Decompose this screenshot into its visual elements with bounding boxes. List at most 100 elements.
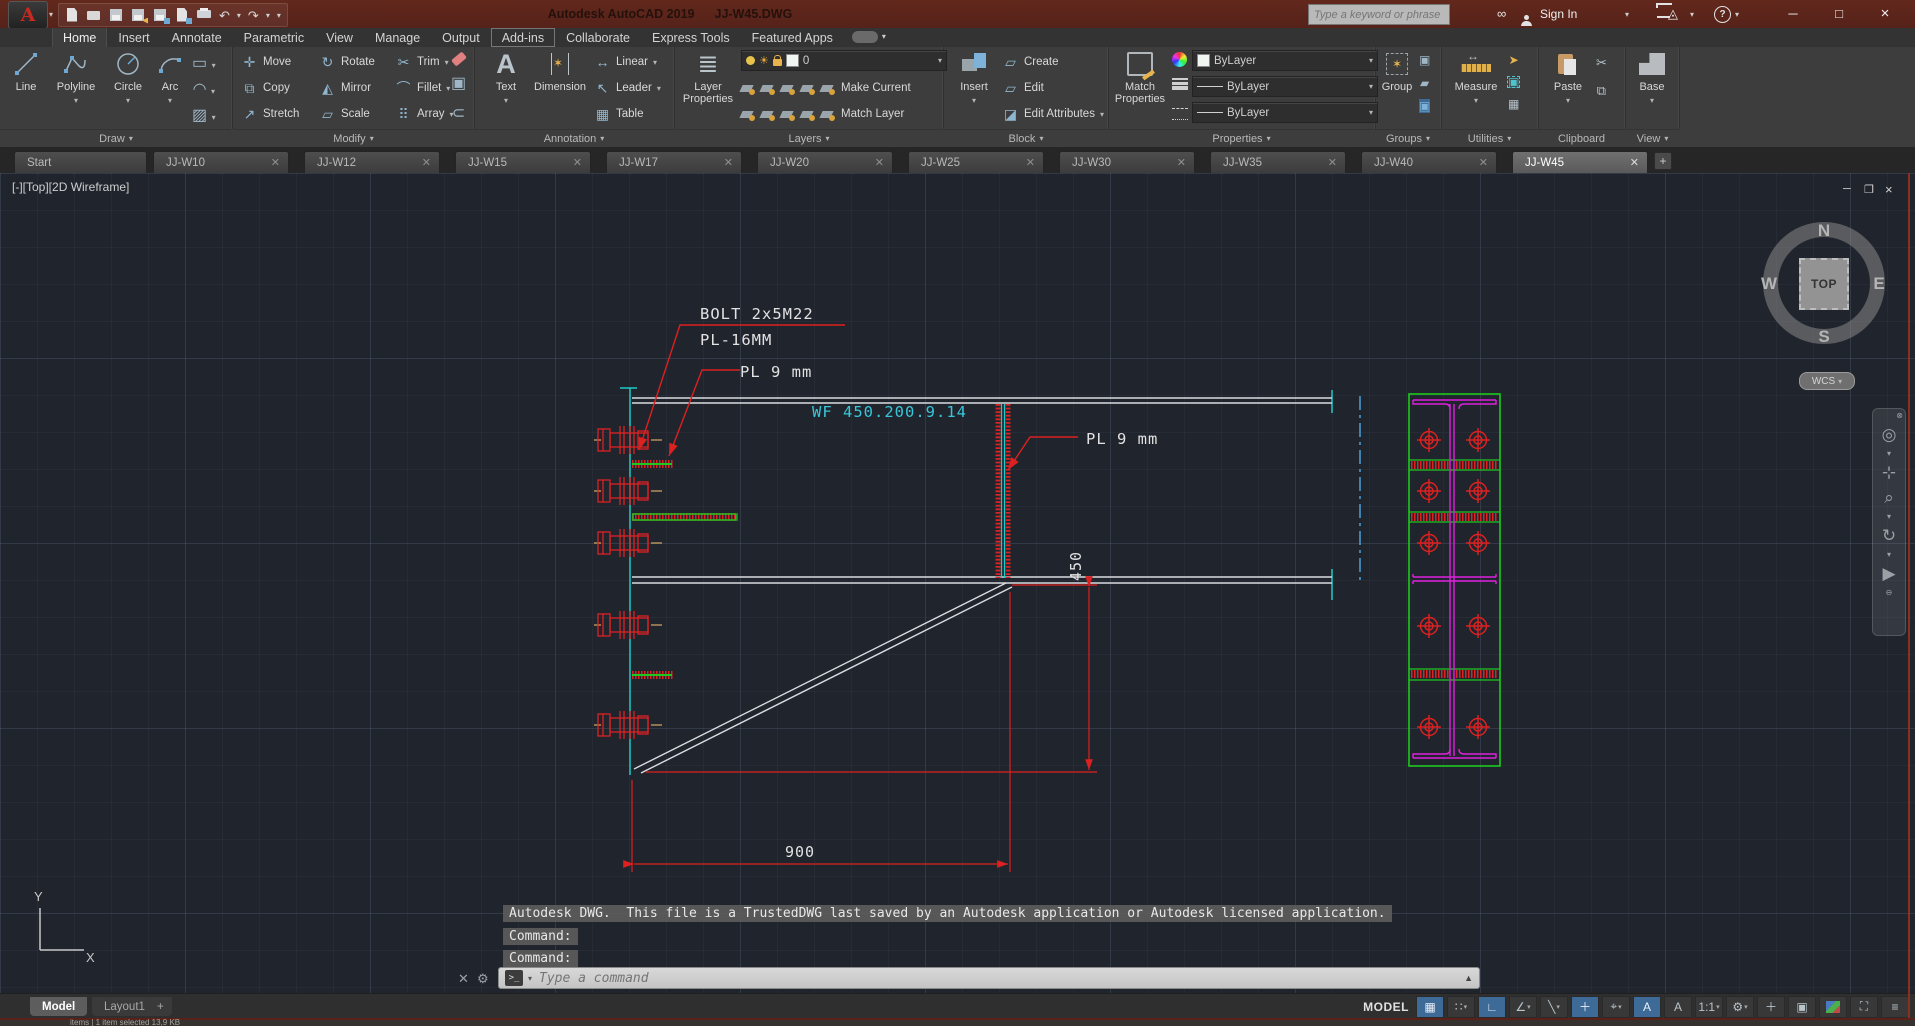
panel-label-properties[interactable]: Properties▾ [1108,129,1375,147]
join-icon[interactable]: ⊂ [452,103,465,123]
fillet-button[interactable]: ⌒Fillet▾ [395,77,450,99]
ribbon-tab-manage[interactable]: Manage [364,28,431,47]
create-block-button[interactable]: ▱Create [1002,51,1059,73]
viewcube-top-face[interactable]: TOP [1799,258,1849,310]
command-input[interactable] [537,970,1459,987]
mirror-button[interactable]: ◭Mirror [319,77,371,99]
panel-label-block[interactable]: Block▾ [944,129,1108,147]
ribbon-tab-annotate[interactable]: Annotate [161,28,233,47]
showmotion-icon[interactable]: ▶ [1882,565,1895,583]
layer-lock-icon[interactable] [801,83,814,94]
layer-off-icon[interactable] [741,109,754,120]
ribbon-tab-output[interactable]: Output [431,28,491,47]
text-caret-icon[interactable]: ▾ [504,95,508,107]
arc-button[interactable]: Arc ▾ [152,49,188,107]
annotation-visibility-icon[interactable]: A [1633,996,1661,1018]
close-tab-icon[interactable]: ✕ [271,156,280,169]
close-tab-icon[interactable]: ✕ [1630,156,1639,169]
insert-block-button[interactable]: Insert ▾ [952,49,996,107]
group-select-icon[interactable]: ▣ [1419,99,1430,113]
arc-caret-icon[interactable]: ▾ [168,95,172,107]
rectangle-icon[interactable]: ▭ ▾ [192,53,216,73]
model-space-label[interactable]: MODEL [1363,1000,1409,1014]
move-button[interactable]: ✛Move [241,51,291,73]
linetype-dropdown[interactable]: ByLayer ▾ [1192,102,1378,123]
panel-label-view[interactable]: View▾ [1626,129,1679,147]
orbit-icon[interactable]: ↻ [1882,527,1896,545]
annotation-autoscale-icon[interactable]: A [1664,996,1692,1018]
annotation-scale-button[interactable]: 1:1▾ [1695,996,1723,1018]
ellipse-icon[interactable]: ◠ ▾ [193,79,215,99]
wheel-caret-icon[interactable]: ▾ [1887,451,1891,457]
command-prompt-icon[interactable]: >_ [505,970,523,986]
layer-thaw-all-icon[interactable] [761,109,774,120]
ungroup-icon[interactable]: ▣ [1419,53,1430,67]
fillet-caret-icon[interactable]: ▾ [446,84,450,93]
navigation-wheel-icon[interactable]: ◎ [1882,426,1897,444]
file-tab-jj-w20[interactable]: JJ-W20✕ [757,151,893,173]
close-tab-icon[interactable]: ✕ [724,156,733,169]
paste-button[interactable]: Paste ▾ [1546,49,1590,107]
minimize-button[interactable]: ─ [1778,0,1808,28]
measure-caret-icon[interactable]: ▾ [1474,95,1478,107]
command-recent-caret-icon[interactable]: ▾ [528,974,532,983]
explode-icon[interactable]: ▣ [451,73,466,93]
base-caret-icon[interactable]: ▾ [1650,95,1654,107]
file-tab-jj-w10[interactable]: JJ-W10✕ [153,151,289,173]
close-tab-icon[interactable]: ✕ [1177,156,1186,169]
help-icon[interactable]: ? [1714,6,1731,23]
maximize-button[interactable]: □ [1824,0,1854,28]
sign-in-caret-icon[interactable]: ▾ [1625,10,1629,19]
text-button[interactable]: A Text ▾ [486,49,526,107]
copy-clip-icon[interactable]: ⧉ [1597,83,1606,99]
panel-label-groups[interactable]: Groups▾ [1375,129,1441,147]
hatch-icon[interactable]: ▨ ▾ [192,105,216,125]
paste-caret-icon[interactable]: ▾ [1566,95,1570,107]
navbar-minimize-icon[interactable]: ⊖ [1886,590,1893,596]
close-button[interactable]: × [1870,0,1900,28]
command-customize-icon[interactable]: ⚙ [477,971,489,987]
circle-button[interactable]: Circle ▾ [106,49,150,107]
ribbon-tab-insert[interactable]: Insert [107,28,160,47]
file-tab-jj-w25[interactable]: JJ-W25✕ [908,151,1044,173]
viewport-close-icon[interactable]: × [1885,182,1893,197]
edit-attributes-caret-icon[interactable]: ▾ [1100,110,1104,119]
file-tab-jj-w40[interactable]: JJ-W40✕ [1361,151,1497,173]
isometric-drafting-icon[interactable]: ╲▾ [1540,996,1568,1018]
panel-label-clipboard[interactable]: Clipboard [1538,129,1625,147]
ribbon-tab-view[interactable]: View [315,28,364,47]
object-snap-icon[interactable]: ⌖▾ [1602,996,1630,1018]
match-properties-button[interactable]: Match Properties [1112,49,1168,105]
panel-label-modify[interactable]: Modify▾ [233,129,474,147]
ortho-mode-icon[interactable]: ∟ [1478,996,1506,1018]
viewport-restore-icon[interactable]: ❐ [1864,183,1874,196]
ribbon-tab-collaborate[interactable]: Collaborate [555,28,641,47]
close-tab-icon[interactable]: ✕ [875,156,884,169]
navbar-close-icon[interactable]: ⊗ [1896,413,1903,419]
line-button[interactable]: Line [6,49,46,93]
panel-label-annotation[interactable]: Annotation▾ [474,129,674,147]
base-view-button[interactable]: Base ▾ [1631,49,1673,107]
command-expand-icon[interactable]: ▲ [1464,973,1473,983]
zoom-caret-icon[interactable]: ▾ [1887,514,1891,520]
ribbon-display-caret-icon[interactable]: ▾ [882,32,886,47]
layer-unlock2-icon[interactable] [801,109,814,120]
leader-button[interactable]: ↖Leader▾ [594,77,661,99]
wcs-selector[interactable]: WCS▾ [1799,372,1855,390]
id-point-icon[interactable]: ➤ [1509,53,1519,67]
match-layer-label[interactable]: Match Layer [841,108,904,120]
ribbon-tab-parametric[interactable]: Parametric [233,28,315,47]
help-caret-icon[interactable]: ▾ [1735,10,1739,19]
layout1-tab[interactable]: Layout1 [92,997,157,1016]
match-layer-icon[interactable] [821,109,834,120]
table-button[interactable]: ▦Table [594,103,644,125]
scale-button[interactable]: ▱Scale [319,103,370,125]
file-tab-jj-w17[interactable]: JJ-W17✕ [606,151,742,173]
close-tab-icon[interactable]: ✕ [1026,156,1035,169]
search-input[interactable] [1309,9,1449,21]
layer-on-all-icon[interactable] [781,109,794,120]
insert-caret-icon[interactable]: ▾ [972,95,976,107]
array-button[interactable]: ⠿Array▾ [395,103,454,125]
leader-caret-icon[interactable]: ▾ [657,84,661,93]
layer-select-dropdown[interactable]: ☀ 0 ▾ [741,50,947,71]
